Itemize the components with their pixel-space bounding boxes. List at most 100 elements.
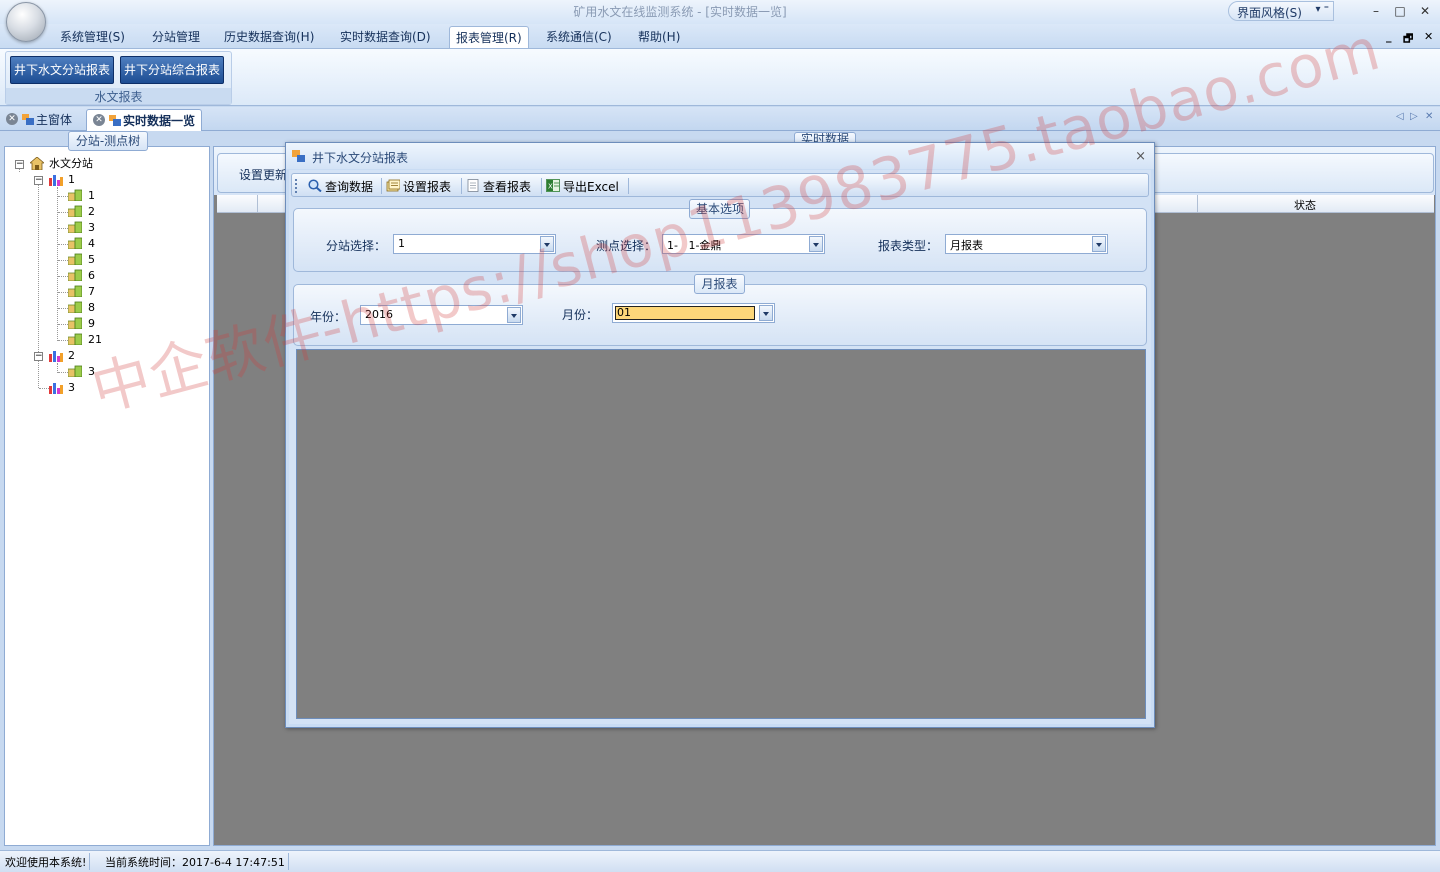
set-report-button[interactable]: 设置报表 (386, 178, 451, 195)
point-select-label: 测点选择： (596, 239, 657, 253)
chevron-down-icon[interactable] (507, 307, 521, 323)
skin-menu[interactable]: 界面风格(S) ▾ ⁼ (1228, 1, 1334, 21)
dialog-title-bar[interactable]: 井下水文分站报表 × (286, 143, 1154, 169)
station-select[interactable]: 1 (393, 234, 556, 254)
menu-realtime-query[interactable]: 实时数据查询(D) (340, 28, 431, 45)
measure-point-icon (68, 253, 82, 265)
measure-point-icon (68, 237, 82, 249)
basic-options-caption: 基本选项 (689, 199, 750, 219)
tree-node-point[interactable]: 6 (88, 268, 95, 284)
month-select[interactable]: 01 (612, 303, 775, 323)
measure-point-icon (68, 221, 82, 233)
menu-history-query[interactable]: 历史数据查询(H) (224, 28, 314, 45)
measure-point-icon (68, 301, 82, 313)
chevron-down-icon[interactable] (809, 236, 823, 252)
title-bar: 矿用水文在线监测系统 - [实时数据一览] 界面风格(S) ▾ ⁼ – □ ✕ (0, 0, 1440, 24)
hydro-station-report-button[interactable]: 井下水文分站报表 (10, 56, 115, 84)
menu-station[interactable]: 分站管理 (152, 28, 200, 45)
dialog-close-button[interactable]: × (1135, 149, 1146, 164)
menu-report[interactable]: 报表管理(R) (449, 26, 529, 48)
tree-node-station[interactable]: 1 (68, 172, 75, 188)
application-orb-button[interactable] (6, 2, 46, 42)
tree-root-label[interactable]: 水文分站 (49, 156, 93, 172)
year-select[interactable]: 2016 (360, 305, 523, 325)
mdi-minimize-button[interactable]: _ (1386, 30, 1392, 43)
tree-node-point[interactable]: 3 (88, 220, 95, 236)
ribbon: 井下水文分站报表 井下分站综合报表 水文报表 (0, 48, 1440, 106)
tree-node-point[interactable]: 1 (88, 188, 95, 204)
tab-scroll-left-icon[interactable]: ◁ (1396, 111, 1404, 122)
month-label: 月份： (562, 308, 599, 322)
tree-collapse-toggle[interactable]: − (15, 160, 24, 169)
report-type-select[interactable]: 月报表 (945, 234, 1108, 254)
combined-station-report-button[interactable]: 井下分站综合报表 (120, 56, 225, 84)
tab-close-all-icon[interactable]: ✕ (1425, 111, 1433, 122)
tab-label: 实时数据一览 (123, 114, 196, 128)
station-select-label: 分站选择： (326, 239, 387, 253)
monthly-report-caption: 月报表 (694, 274, 745, 294)
report-grid-area[interactable] (296, 349, 1146, 719)
tree-node-point[interactable]: 9 (88, 316, 95, 332)
close-icon[interactable]: ✕ (6, 113, 18, 125)
mdi-restore-button[interactable]: 🗗 (1403, 30, 1413, 49)
ribbon-group-label: 水文报表 (6, 88, 231, 104)
measure-point-icon (68, 365, 82, 377)
skin-menu-label: 界面风格(S) (1237, 6, 1302, 20)
ribbon-group-hydro-reports: 井下水文分站报表 井下分站综合报表 水文报表 (5, 51, 232, 105)
minimize-button[interactable]: – (1368, 4, 1384, 18)
chevron-down-icon[interactable] (540, 236, 554, 252)
window-icon (22, 114, 34, 125)
window-icon (292, 150, 305, 162)
menu-system[interactable]: 系统管理(S) (60, 28, 125, 45)
tree-node-point[interactable]: 2 (88, 204, 95, 220)
toolbar-grip-icon[interactable] (295, 179, 298, 193)
export-excel-button[interactable]: X 导出Excel (546, 178, 619, 195)
tree-panel-caption: 分站-测点树 (68, 131, 148, 151)
measure-point-icon (68, 269, 82, 281)
station-tree-panel: − 水文分站 − 1 1 2 3 4 5 6 7 8 9 21 − 2 3 3 (4, 146, 210, 846)
tree-node-point[interactable]: 5 (88, 252, 95, 268)
close-button[interactable]: ✕ (1417, 4, 1433, 18)
report-type-label: 报表类型： (878, 239, 939, 253)
welcome-status: 欢迎使用本系统! (2, 853, 91, 870)
search-icon (308, 179, 322, 192)
tree-node-station[interactable]: 2 (68, 348, 75, 364)
tab-label: 主窗体 (36, 113, 73, 127)
excel-icon: X (546, 179, 560, 192)
chevron-down-icon: ▾ ⁼ (1315, 4, 1329, 15)
point-select[interactable]: 1- 1-金鼎 (662, 234, 825, 254)
hydro-station-report-dialog: 井下水文分站报表 × 查询数据 设置报表 查看报表 X 导出Excel 分站选择… (285, 142, 1155, 728)
mdi-close-button[interactable]: ✕ (1424, 30, 1433, 43)
station-bar-icon (49, 351, 63, 362)
tree-node-point[interactable]: 4 (88, 236, 95, 252)
month-value: 01 (615, 306, 755, 320)
query-data-button[interactable]: 查询数据 (308, 178, 373, 195)
menu-help[interactable]: 帮助(H) (638, 28, 680, 45)
tree-collapse-toggle[interactable]: − (34, 352, 43, 361)
document-tab-strip: ✕ 主窗体 ✕ 实时数据一览 (0, 107, 1440, 131)
dialog-toolbar: 查询数据 设置报表 查看报表 X 导出Excel (291, 173, 1149, 197)
tree-node-point[interactable]: 8 (88, 300, 95, 316)
tab-realtime-overview[interactable]: ✕ 实时数据一览 (86, 109, 203, 131)
view-report-button[interactable]: 查看报表 (466, 178, 531, 195)
dialog-title: 井下水文分站报表 (312, 151, 409, 165)
update-settings-label[interactable]: 设置更新 (239, 166, 287, 183)
tab-main-window[interactable]: ✕ 主窗体 (0, 109, 78, 131)
close-icon[interactable]: ✕ (93, 114, 105, 126)
tree-node-station[interactable]: 3 (68, 380, 75, 396)
tree-node-point[interactable]: 7 (88, 284, 95, 300)
svg-text:X: X (548, 183, 553, 191)
tree-node-point[interactable]: 21 (88, 332, 102, 348)
system-time-status: 当前系统时间：2017-6-4 17:47:51 (102, 853, 289, 870)
status-column-header[interactable]: 状态 (1294, 197, 1316, 213)
tree-node-point[interactable]: 3 (88, 364, 95, 380)
tab-scroll-right-icon[interactable]: ▷ (1410, 111, 1418, 122)
chevron-down-icon[interactable] (759, 305, 773, 321)
year-label: 年份： (310, 310, 347, 324)
menu-communication[interactable]: 系统通信(C) (546, 28, 612, 45)
chevron-down-icon[interactable] (1092, 236, 1106, 252)
tree-collapse-toggle[interactable]: − (34, 176, 43, 185)
menu-bar: 系统管理(S) 分站管理 历史数据查询(H) 实时数据查询(D) 报表管理(R)… (0, 24, 1440, 48)
home-icon (30, 157, 44, 170)
maximize-button[interactable]: □ (1392, 4, 1408, 18)
